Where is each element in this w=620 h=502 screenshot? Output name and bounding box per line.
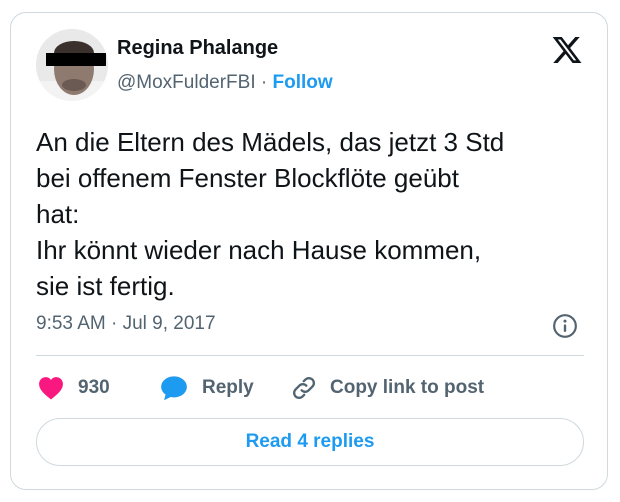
reply-label: Reply xyxy=(202,377,254,398)
author-handle-line: @MoxFulderFBI · Follow xyxy=(117,72,333,94)
copy-link-label: Copy link to post xyxy=(330,377,485,398)
link-icon xyxy=(293,377,315,399)
separator-dot: · xyxy=(260,72,268,93)
copy-link-button[interactable]: Copy link to post xyxy=(290,373,484,403)
author-name[interactable]: Regina Phalange xyxy=(117,37,278,60)
avatar[interactable] xyxy=(36,29,108,101)
x-logo-icon[interactable] xyxy=(549,34,585,66)
divider xyxy=(36,355,584,356)
heart-icon xyxy=(39,377,63,400)
speech-bubble-icon xyxy=(161,376,187,401)
like-button[interactable]: 930 xyxy=(38,373,110,403)
reply-button[interactable]: Reply xyxy=(160,373,254,403)
follow-button[interactable]: Follow xyxy=(273,72,333,93)
info-icon[interactable] xyxy=(552,313,578,339)
tweet-timestamp[interactable]: 9:53 AM · Jul 9, 2017 xyxy=(36,313,216,335)
author-handle[interactable]: @MoxFulderFBI xyxy=(117,72,256,93)
avatar-image xyxy=(36,29,108,101)
tweet-text: An die Eltern des Mädels, das jetzt 3 St… xyxy=(36,127,505,301)
like-count: 930 xyxy=(78,377,110,398)
read-replies-button[interactable]: Read 4 replies xyxy=(36,418,584,466)
